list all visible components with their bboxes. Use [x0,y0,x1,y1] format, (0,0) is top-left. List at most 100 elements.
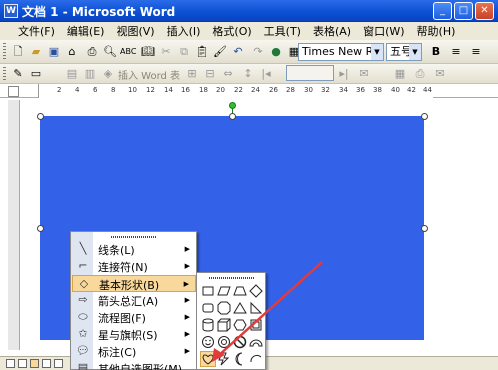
menu-view[interactable]: 视图(V) [110,23,160,39]
insert-word-table-button[interactable]: 插入 Word 表 [118,67,180,82]
paste-button[interactable]: 📋︎ [194,44,210,60]
right-triangle-shape-icon[interactable] [249,301,263,315]
print-layout-view-button[interactable] [30,359,39,368]
can-shape-icon[interactable] [249,318,263,332]
chevron-down-icon[interactable]: ▼ [409,44,421,60]
research-button[interactable]: 📖︎ [140,44,156,60]
menu-item-flowchart[interactable]: ⬭ 流程图(F) ▶ [72,309,196,326]
sort-button[interactable]: ↕ [240,66,256,82]
format-painter-button[interactable]: 🖌︎ [212,44,228,60]
bold-button[interactable]: B [428,44,444,60]
menu-tools[interactable]: 工具(T) [258,23,307,39]
rectangle-shape-icon[interactable] [201,284,215,298]
triangle-shape-icon[interactable] [233,301,247,315]
redo-button[interactable]: ↷ [250,44,266,60]
new-document-button[interactable]: 🗋 [10,44,26,60]
menu-item-connectors[interactable]: ⌐ 连接符(N) ▶ [72,258,196,275]
save-button[interactable]: ▣ [46,44,62,60]
palette-drag-grip[interactable] [209,277,254,279]
next-record-button[interactable]: ▸| [336,66,352,82]
parallelogram-shape-icon[interactable] [217,284,231,298]
menu-file[interactable]: 文件(F) [12,23,61,39]
diamond-shape-icon[interactable] [249,284,263,298]
merge-to-doc-button[interactable]: ▦ [392,66,408,82]
resize-handle-top[interactable] [229,113,236,120]
outline-view-button[interactable] [54,359,63,368]
chevron-down-icon[interactable]: ▼ [371,44,383,60]
menu-item-block-arrows[interactable]: ⇨ 箭头总汇(A) ▶ [72,292,196,309]
menu-edit[interactable]: 编辑(E) [61,23,111,39]
first-record-button[interactable]: |◂ [258,66,274,82]
hyperlink-button[interactable]: ● [268,44,284,60]
moon-shape-icon[interactable] [233,352,247,366]
align-left-button[interactable]: ≡ [448,44,464,60]
open-button[interactable]: ▰ [28,44,44,60]
vertical-ruler[interactable] [8,100,20,350]
minimize-button[interactable]: _ [433,2,452,20]
merge-cells-button[interactable]: ⊞ [184,66,200,82]
undo-button[interactable]: ↶ [230,44,246,60]
mail-merge-button[interactable]: ✉ [356,66,372,82]
resize-handle-right[interactable] [421,225,428,232]
reading-view-button[interactable] [42,359,51,368]
maximize-button[interactable]: □ [454,2,473,20]
lightning-shape-icon[interactable] [217,352,231,366]
menu-format[interactable]: 格式(O) [206,23,257,39]
hexagon-shape-icon[interactable] [233,318,247,332]
donut-shape-icon[interactable] [217,335,231,349]
block-arc-shape-icon[interactable] [249,335,263,349]
menu-window[interactable]: 窗口(W) [357,23,410,39]
menu-table[interactable]: 表格(A) [307,23,357,39]
toolbar-grip[interactable] [3,43,6,59]
font-size-dropdown[interactable]: 五号 ▼ [386,43,422,61]
toolbar-grip[interactable] [3,67,6,81]
shading-button[interactable]: ◈ [100,66,116,82]
normal-view-button[interactable] [6,359,15,368]
arc-shape-icon[interactable] [249,352,263,366]
spelling-button[interactable]: ABC [120,44,136,60]
octagon-shape-icon[interactable] [217,301,231,315]
no-symbol-shape-icon[interactable] [233,335,247,349]
tab-selector[interactable] [8,86,19,97]
close-button[interactable]: ✕ [475,2,494,20]
menu-drag-grip[interactable] [111,236,156,238]
split-cells-button[interactable]: ⊟ [202,66,218,82]
cut-button[interactable]: ✂ [158,44,174,60]
merge-to-email-button[interactable]: ✉ [432,66,448,82]
menu-help[interactable]: 帮助(H) [411,23,462,39]
cylinder-shape-icon[interactable] [201,318,215,332]
rounded-rectangle-shape-icon[interactable] [201,301,215,315]
menu-item-more-autoshapes[interactable]: ▤ 其他自选图形(M)... [72,360,196,370]
print-preview-button[interactable]: 🔍︎ [102,44,118,60]
menu-item-stars-banners[interactable]: ✩ 星与旗帜(S) ▶ [72,326,196,343]
menu-item-basic-shapes[interactable]: ◇ 基本形状(B) ▶ [72,275,196,292]
menu-insert[interactable]: 插入(I) [161,23,207,39]
heart-shape-icon[interactable] [200,351,216,367]
web-view-button[interactable] [18,359,27,368]
resize-handle-top-left[interactable] [37,113,44,120]
smiley-shape-icon[interactable] [201,335,215,349]
trapezoid-shape-icon[interactable] [233,284,247,298]
menu-item-lines[interactable]: ╲ 线条(L) ▶ [72,241,196,258]
menu-item-callouts[interactable]: 💬︎ 标注(C) ▶ [72,343,196,360]
autofit-button[interactable]: ⇔ [220,66,236,82]
font-name-dropdown[interactable]: Times New Roma ▼ [298,43,384,61]
horizontal-ruler[interactable]: 2 4 6 8 10 12 14 16 18 20 22 24 26 28 30… [38,84,433,98]
menu-item-label: 基本形状(B) [99,279,160,292]
print-button[interactable]: ⎙ [84,44,100,60]
record-field[interactable] [286,65,334,81]
menu-item-label: 连接符(N) [98,261,148,274]
eraser-button[interactable]: ▭ [28,66,44,82]
permission-button[interactable]: ⌂ [64,44,80,60]
rotate-handle[interactable] [229,102,236,109]
copy-button[interactable]: ⧉ [176,44,192,60]
resize-handle-top-right[interactable] [421,113,428,120]
align-center-button[interactable]: ≡ [468,44,484,60]
border-style-button[interactable]: ▤ [64,66,80,82]
cube-shape-icon[interactable] [217,318,231,332]
resize-handle-left[interactable] [37,225,44,232]
draw-table-button[interactable]: ✎ [10,66,26,82]
border-color-button[interactable]: ▥ [82,66,98,82]
word-app-icon[interactable]: W [4,4,18,18]
merge-to-printer-button[interactable]: ⎙ [412,66,428,82]
